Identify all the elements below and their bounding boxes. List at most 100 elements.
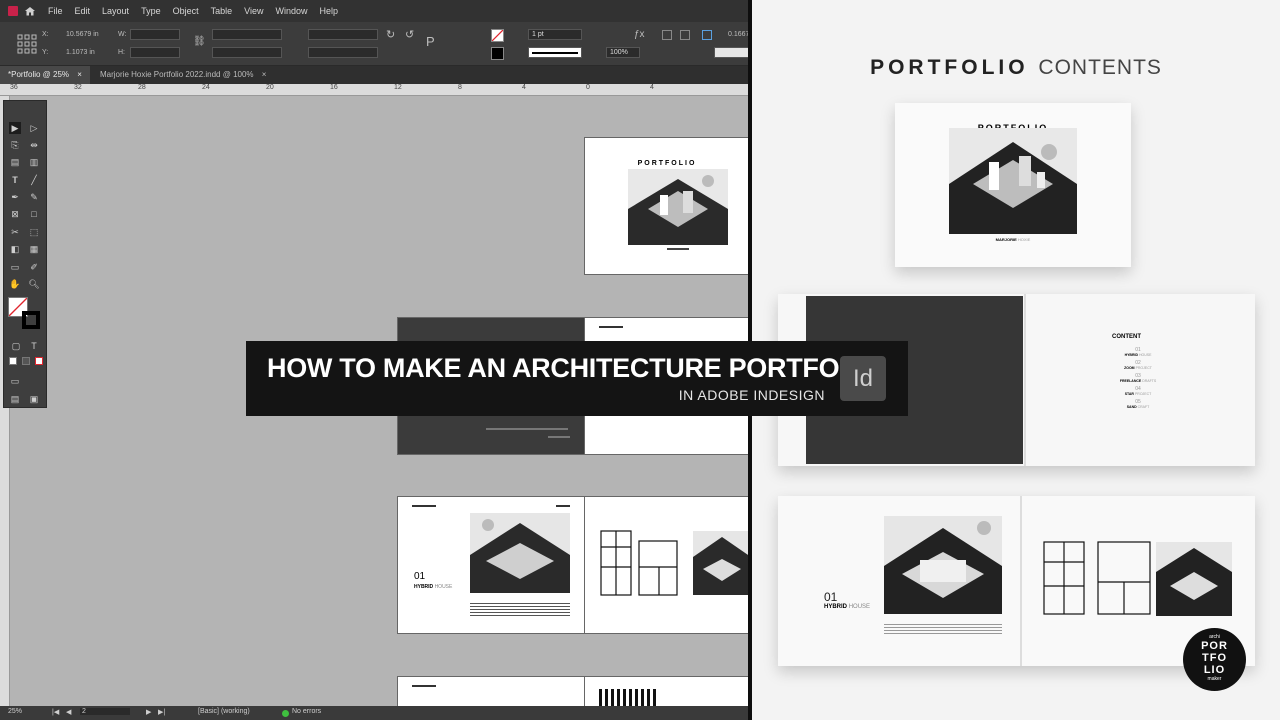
menu-bar: File Edit Layout Type Object Table View … (0, 0, 750, 22)
hand-tool-icon[interactable]: ✋ (9, 278, 21, 290)
preview-title-light: CONTENTS (1038, 56, 1162, 79)
reference-point-icon[interactable] (17, 34, 37, 54)
project-name-light: HOUSE (434, 584, 453, 590)
effects-icon[interactable]: ƒx (634, 29, 645, 40)
header-line (412, 685, 436, 687)
rotate-ccw-icon[interactable]: ↺ (405, 28, 414, 41)
stroke-swatch[interactable] (22, 311, 40, 329)
style-status[interactable]: [Basic] (working) (198, 708, 250, 715)
project-left-page[interactable]: 01 HYBRID HOUSE (397, 496, 585, 634)
first-page-icon[interactable]: |◀ (52, 708, 59, 716)
y-field[interactable]: 1.1073 in (66, 49, 95, 56)
menu-help[interactable]: Help (319, 6, 338, 16)
pencil-tool-icon[interactable]: ✎ (28, 191, 40, 203)
apply-none-icon[interactable] (35, 357, 43, 365)
gradient-feather-tool-icon[interactable]: ▦ (28, 243, 40, 255)
page-tool-icon[interactable]: ⎘ (9, 139, 21, 151)
ruler-tick: 36 (10, 84, 18, 91)
text-placeholder (548, 436, 570, 438)
note-tool-icon[interactable]: ▭ (9, 261, 21, 273)
y-label: Y: (42, 49, 49, 56)
zoom-level[interactable]: 25% (8, 708, 22, 715)
menu-edit[interactable]: Edit (75, 6, 91, 16)
menu-window[interactable]: Window (275, 6, 307, 16)
shear-field[interactable] (308, 47, 378, 58)
eyedropper-tool-icon[interactable]: ✐ (28, 261, 40, 273)
apply-gradient-icon[interactable] (22, 357, 30, 365)
stroke-weight-field[interactable]: 1 pt (528, 29, 582, 40)
content-placer-icon[interactable]: ▥ (28, 156, 40, 168)
home-icon[interactable] (24, 6, 36, 16)
constrain-proportions-icon[interactable]: ⛓ (193, 36, 206, 47)
h-field[interactable] (130, 47, 180, 58)
type-tool-icon[interactable]: T (9, 174, 21, 186)
menu-type[interactable]: Type (141, 6, 161, 16)
w-field[interactable] (130, 29, 180, 40)
pen-tool-icon[interactable]: ✒ (9, 191, 21, 203)
content-collector-icon[interactable]: ▤ (9, 156, 21, 168)
formatting-text-icon[interactable]: T (28, 340, 40, 352)
page-number-field[interactable]: 2 (80, 708, 130, 715)
scale-y-field[interactable] (212, 47, 282, 58)
stroke-swatch[interactable] (491, 47, 504, 60)
align-left-icon[interactable] (662, 30, 672, 40)
scale-x-field[interactable] (212, 29, 282, 40)
text-placeholder (486, 428, 568, 430)
zoom-tool-icon[interactable]: 🔍︎ (28, 278, 40, 290)
menu-layout[interactable]: Layout (102, 6, 129, 16)
h-label: H: (118, 49, 125, 56)
rotation-field[interactable] (308, 29, 378, 40)
contents-item: 02 ZOOM PROJECT (1124, 360, 1152, 371)
rotate-icon[interactable]: ↻ (386, 28, 395, 41)
ruler-tick: 16 (330, 84, 338, 91)
next-left-page[interactable] (397, 676, 585, 706)
apply-color-icon[interactable] (9, 357, 17, 365)
w-label: W: (118, 31, 127, 38)
last-page-icon[interactable]: ▶| (158, 708, 165, 716)
scissors-tool-icon[interactable]: ✂ (9, 226, 21, 238)
align-center-icon[interactable] (680, 30, 690, 40)
menu-file[interactable]: File (48, 6, 63, 16)
spread-name-light: HOUSE (848, 604, 871, 610)
ruler-tick: 24 (202, 84, 210, 91)
cover-page-title: PORTFOLIO (637, 160, 697, 167)
rectangle-tool-icon[interactable]: □ (28, 208, 40, 220)
formatting-container-icon[interactable]: ▢ (10, 340, 22, 352)
next-right-page[interactable] (584, 676, 750, 706)
line-tool-icon[interactable]: ╱ (28, 174, 40, 186)
free-transform-tool-icon[interactable]: ⬚ (28, 226, 40, 238)
flip-icon[interactable]: P (426, 34, 435, 49)
book-gutter (1020, 496, 1022, 666)
close-icon[interactable]: × (262, 70, 267, 79)
ruler-tick: 0 (586, 84, 590, 91)
offset-field[interactable]: 0.1667 (728, 31, 749, 38)
rectangle-frame-tool-icon[interactable]: ⊠ (9, 208, 21, 220)
tab-marjorie-portfolio[interactable]: Marjorie Hoxie Portfolio 2022.indd @ 100… (92, 66, 274, 84)
cover-page[interactable]: PORTFOLIO (584, 137, 750, 275)
x-field[interactable]: 10.5679 in (66, 31, 99, 38)
contents-list: 01 HYBRID HOUSE 02 ZOOM PROJECT 03 FREELANC… (1118, 348, 1158, 410)
preview-mode-icon[interactable]: ▣ (28, 393, 40, 405)
header-line (599, 326, 623, 328)
view-mode-icon[interactable]: ▤ (9, 393, 21, 405)
preflight-status[interactable]: No errors (292, 708, 321, 715)
menu-object[interactable]: Object (173, 6, 199, 16)
next-page-icon[interactable]: ▶ (146, 708, 151, 716)
close-icon[interactable]: × (77, 70, 82, 79)
menu-table[interactable]: Table (211, 6, 233, 16)
stroke-type-select[interactable] (528, 47, 582, 58)
gradient-swatch-tool-icon[interactable]: ◧ (9, 243, 21, 255)
distribute-icon[interactable] (702, 30, 712, 40)
content-field[interactable] (714, 47, 750, 58)
direct-selection-tool-icon[interactable]: ▷ (28, 122, 40, 134)
screen-mode-icon[interactable]: ▭ (9, 375, 21, 387)
menu-view[interactable]: View (244, 6, 263, 16)
project-right-page[interactable] (584, 496, 750, 634)
previous-page-icon[interactable]: ◀ (66, 708, 71, 716)
selection-tool-icon[interactable]: ▶ (9, 122, 21, 134)
tab-portfolio[interactable]: *Portfolio @ 25% × (0, 66, 90, 84)
opacity-field[interactable]: 100% (606, 47, 640, 58)
fill-swatch[interactable] (491, 29, 504, 42)
isometric-building-image (949, 128, 1077, 234)
gap-tool-icon[interactable]: ⇹ (28, 139, 40, 151)
